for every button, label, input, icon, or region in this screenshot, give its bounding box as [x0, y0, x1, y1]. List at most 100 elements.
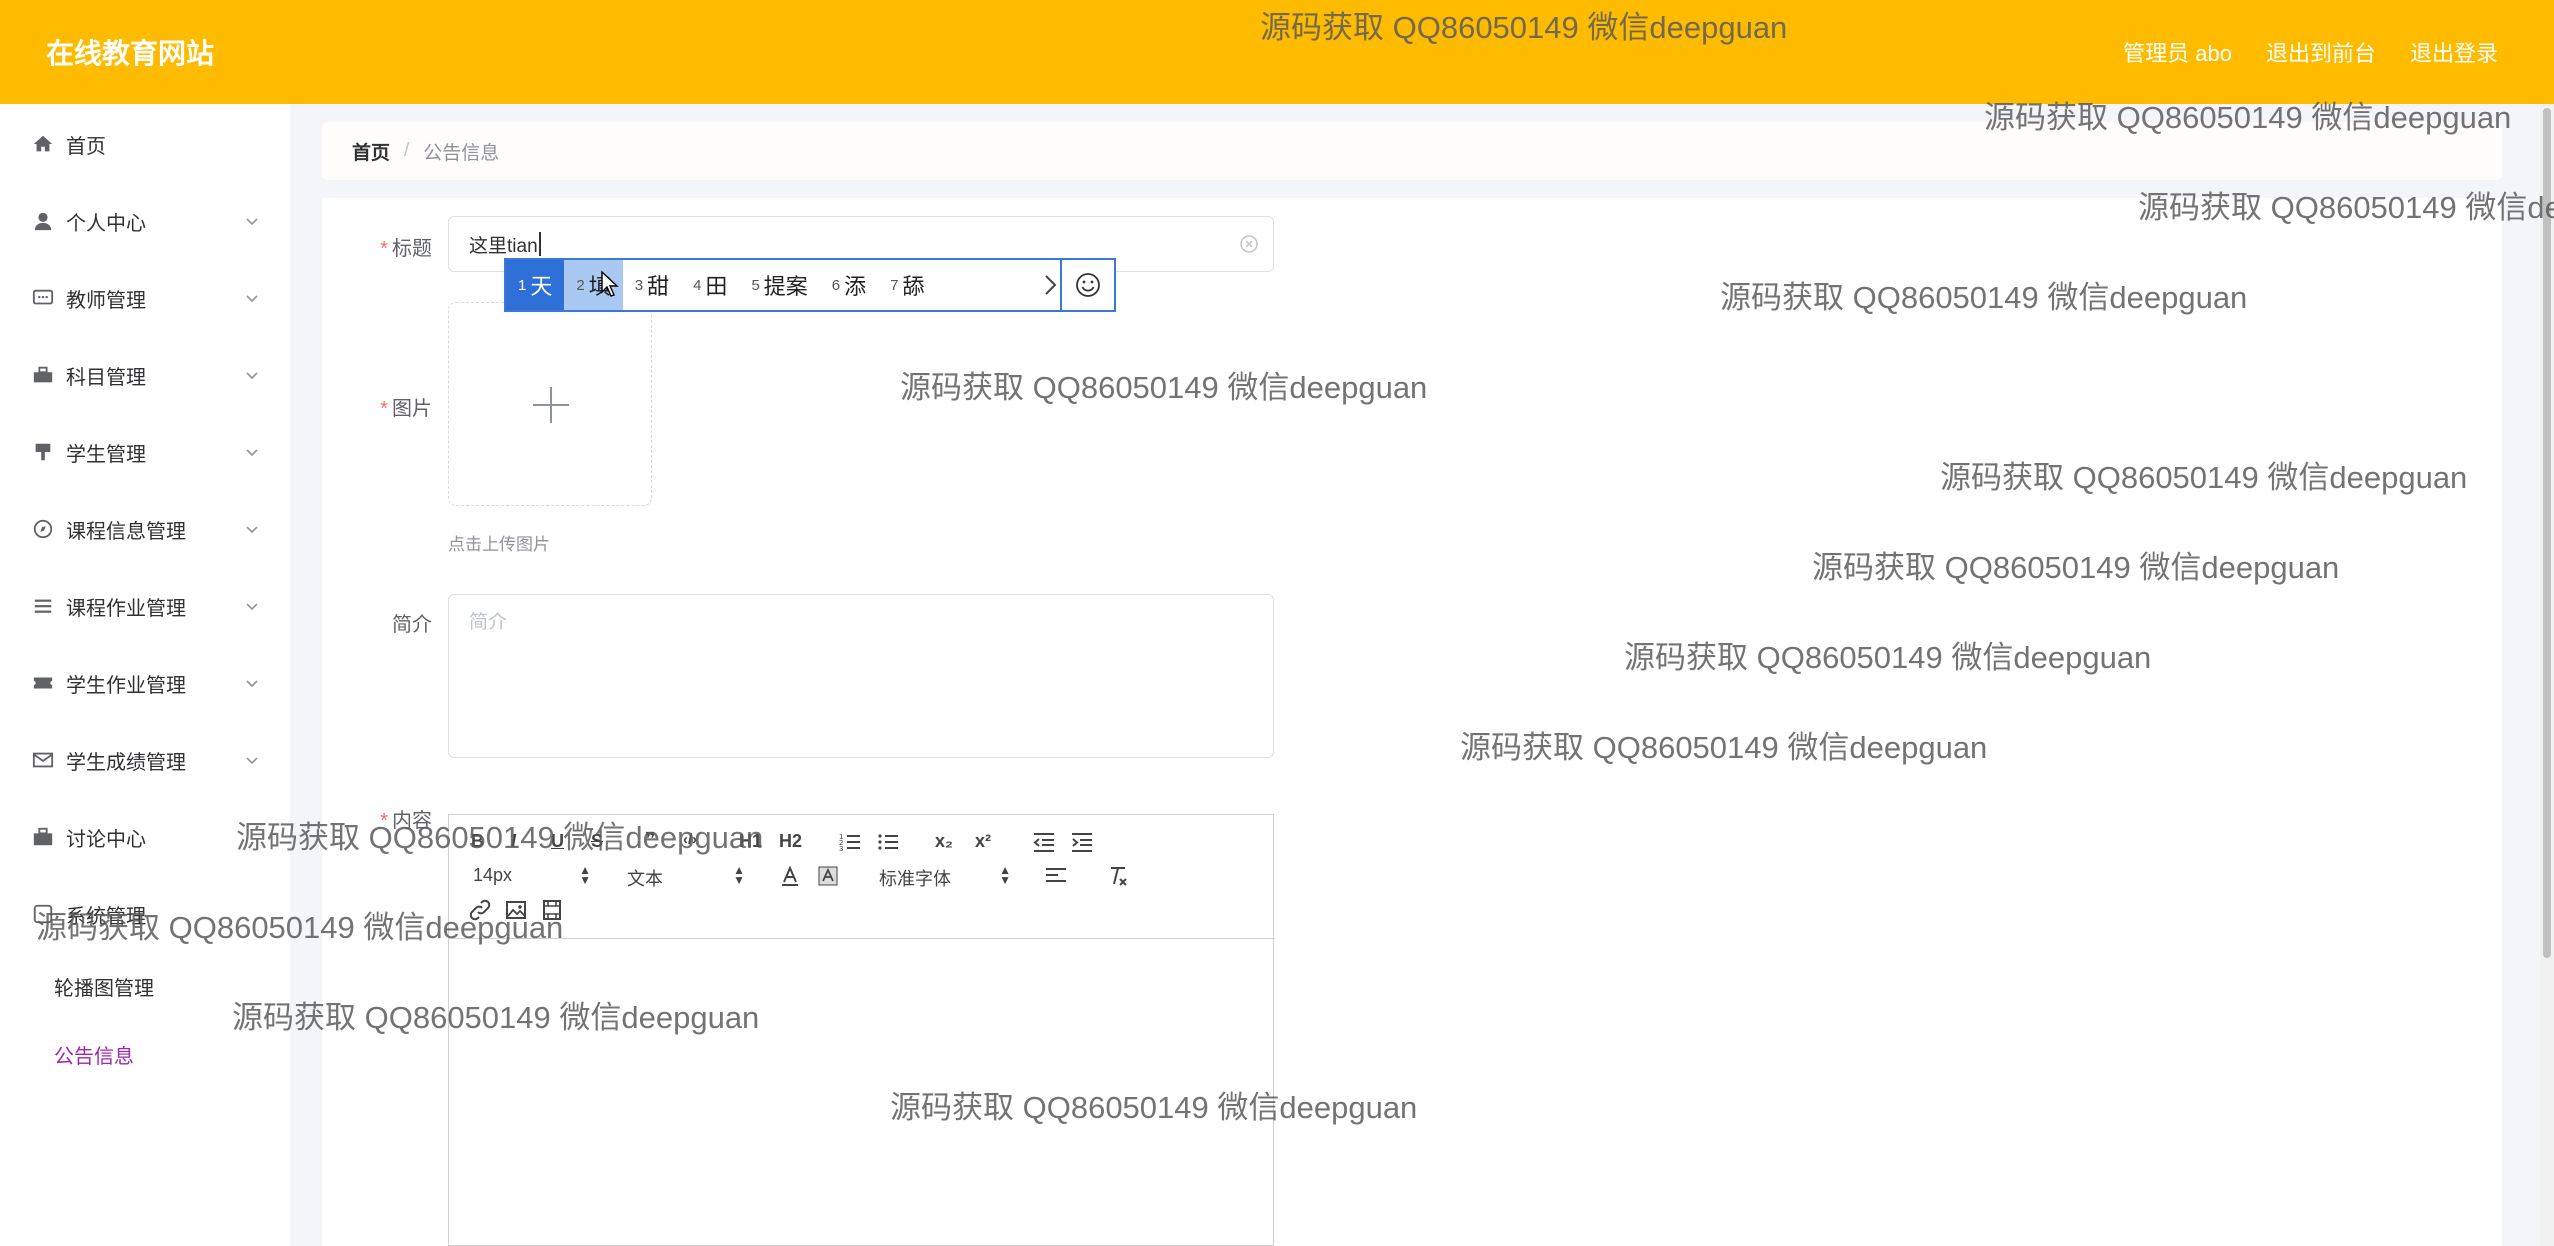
text-caret	[538, 232, 541, 256]
image-label: * 图片	[380, 398, 432, 420]
chat-icon	[32, 287, 54, 309]
chair-icon	[32, 441, 54, 463]
ime-candidate-7[interactable]: 7舔	[878, 260, 936, 310]
ime-candidate-3[interactable]: 3甜	[623, 260, 681, 310]
background-color-icon[interactable]	[817, 865, 839, 887]
breadcrumb: 首页 / 公告信息	[322, 122, 2502, 180]
chevron-down-icon	[246, 295, 258, 303]
italic-button[interactable]: I	[511, 831, 516, 852]
strike-button[interactable]: S	[591, 831, 603, 852]
sidebar-item-label: 课程作业管理	[66, 597, 186, 620]
indent-icon[interactable]	[1071, 831, 1093, 853]
breadcrumb-current: 公告信息	[423, 142, 500, 164]
video-icon[interactable]	[541, 899, 563, 921]
top-header: 在线教育网站 管理员 abo 退出到前台 退出登录	[0, 0, 2554, 104]
briefcase-icon	[32, 364, 54, 386]
blockquote-button[interactable]: ❞	[645, 829, 656, 850]
content-label: * 内容	[380, 810, 432, 832]
page-scrollbar[interactable]	[2540, 104, 2554, 1246]
svg-text:3: 3	[839, 845, 843, 853]
editor-toolbar: B I U S ❞ ‹/› H1 H2 123 x₂ x² 14px ▲ ▼ 文本 ▲…	[449, 815, 1275, 939]
clear-format-icon[interactable]	[1107, 865, 1129, 887]
align-icon[interactable]	[1045, 865, 1067, 887]
sidebar: 首页 个人中心 教师管理 科目管理 学生管理 课程信息管理 课程作业管理 学生作…	[0, 104, 290, 1246]
site-title: 在线教育网站	[46, 38, 215, 69]
settings-icon	[32, 903, 54, 925]
chevron-down-icon	[246, 680, 258, 688]
image-upload-box[interactable]	[448, 302, 652, 506]
sidebar-item-teacher-management[interactable]: 教师管理	[0, 268, 290, 328]
sidebar-item-label: 学生管理	[66, 443, 146, 466]
logout-link[interactable]: 退出登录	[2410, 36, 2498, 68]
ime-candidate-6[interactable]: 6添	[820, 260, 878, 310]
breadcrumb-separator: /	[404, 140, 410, 161]
ime-candidate-5[interactable]: 5 提案	[739, 260, 819, 310]
chevron-down-icon	[246, 372, 258, 380]
sidebar-item-personal-center[interactable]: 个人中心	[0, 191, 290, 251]
subscript-button[interactable]: x₂	[935, 831, 953, 852]
sidebar-subitem-carousel[interactable]: 轮播图管理	[54, 972, 154, 1001]
underline-button[interactable]: U	[551, 831, 564, 852]
exit-to-frontend-link[interactable]: 退出到前台	[2266, 36, 2376, 68]
code-block-button[interactable]: ‹/›	[683, 831, 697, 848]
sidebar-subitem-announcement[interactable]: 公告信息	[54, 1040, 134, 1069]
select-arrows-icon: ▲ ▼	[733, 863, 745, 887]
sidebar-item-student-management[interactable]: 学生管理	[0, 422, 290, 482]
sidebar-item-student-grade-management[interactable]: 学生成绩管理	[0, 730, 290, 790]
title-input-value: 这里tian	[469, 235, 538, 257]
image-icon[interactable]	[505, 899, 527, 921]
sidebar-item-student-homework-management[interactable]: 学生作业管理	[0, 653, 290, 713]
admin-user-link[interactable]: 管理员 abo	[2123, 36, 2232, 68]
sidebar-item-label: 讨论中心	[66, 828, 146, 851]
header-nav: 管理员 abo 退出到前台 退出登录	[2123, 36, 2498, 68]
sidebar-item-label: 个人中心	[66, 212, 146, 235]
outdent-icon[interactable]	[1033, 831, 1055, 853]
superscript-button[interactable]: x²	[975, 831, 991, 852]
sidebar-item-label: 系统管理	[66, 905, 146, 928]
text-format-select[interactable]: 文本 ▲ ▼	[627, 863, 745, 891]
sidebar-item-subject-management[interactable]: 科目管理	[0, 345, 290, 405]
select-arrows-icon: ▲ ▼	[999, 863, 1011, 887]
sidebar-item-course-homework-management[interactable]: 课程作业管理	[0, 576, 290, 636]
font-color-icon[interactable]	[779, 865, 801, 887]
clear-icon[interactable]	[1239, 234, 1259, 254]
select-arrows-icon: ▲ ▼	[579, 863, 591, 887]
sidebar-item-discussion-center[interactable]: 讨论中心	[0, 807, 290, 867]
rich-text-editor[interactable]: B I U S ❞ ‹/› H1 H2 123 x₂ x² 14px ▲ ▼ 文本 ▲…	[448, 814, 1275, 1246]
chevron-down-icon	[246, 526, 258, 534]
sidebar-item-label: 科目管理	[66, 366, 146, 389]
bold-button[interactable]: B	[471, 831, 484, 852]
home-icon	[32, 133, 54, 155]
header2-button[interactable]: H2	[779, 831, 802, 852]
ordered-list-icon[interactable]: 123	[839, 831, 861, 853]
sidebar-item-course-info-management[interactable]: 课程信息管理	[0, 499, 290, 559]
font-size-select[interactable]: 14px ▲ ▼	[473, 863, 591, 887]
sidebar-item-label: 学生作业管理	[66, 674, 186, 697]
title-label: * 标题	[380, 238, 432, 260]
emoji-icon[interactable]	[1060, 260, 1114, 310]
bullet-list-icon[interactable]	[877, 831, 899, 853]
breadcrumb-home[interactable]: 首页	[352, 138, 390, 165]
ime-candidate-4[interactable]: 4田	[681, 260, 739, 310]
sidebar-item-system-management[interactable]: 系统管理	[0, 884, 290, 944]
link-icon[interactable]	[469, 899, 491, 921]
ticket-icon	[32, 672, 54, 694]
header1-button[interactable]: H1	[739, 831, 762, 852]
user-icon	[32, 210, 54, 232]
sidebar-item-label: 学生成绩管理	[66, 751, 186, 774]
upload-hint: 点击上传图片	[448, 535, 550, 554]
mail-icon	[32, 749, 54, 771]
sidebar-item-label: 首页	[66, 135, 106, 158]
ime-candidate-popup: 1天 2填 3甜 4田 5 提案 6添 7舔	[504, 258, 1116, 312]
scrollbar-thumb[interactable]	[2543, 108, 2551, 958]
plus-icon	[533, 387, 569, 423]
chevron-down-icon	[246, 449, 258, 457]
sidebar-item-label: 课程信息管理	[66, 520, 186, 543]
chevron-down-icon	[246, 218, 258, 226]
bag-icon	[32, 826, 54, 848]
ime-candidate-1[interactable]: 1天	[506, 260, 565, 310]
intro-textarea[interactable]: 简介	[448, 594, 1274, 758]
sidebar-item-home[interactable]: 首页	[0, 114, 290, 174]
sidebar-item-label: 教师管理	[66, 289, 146, 312]
font-family-select[interactable]: 标准字体 ▲ ▼	[879, 863, 1011, 891]
